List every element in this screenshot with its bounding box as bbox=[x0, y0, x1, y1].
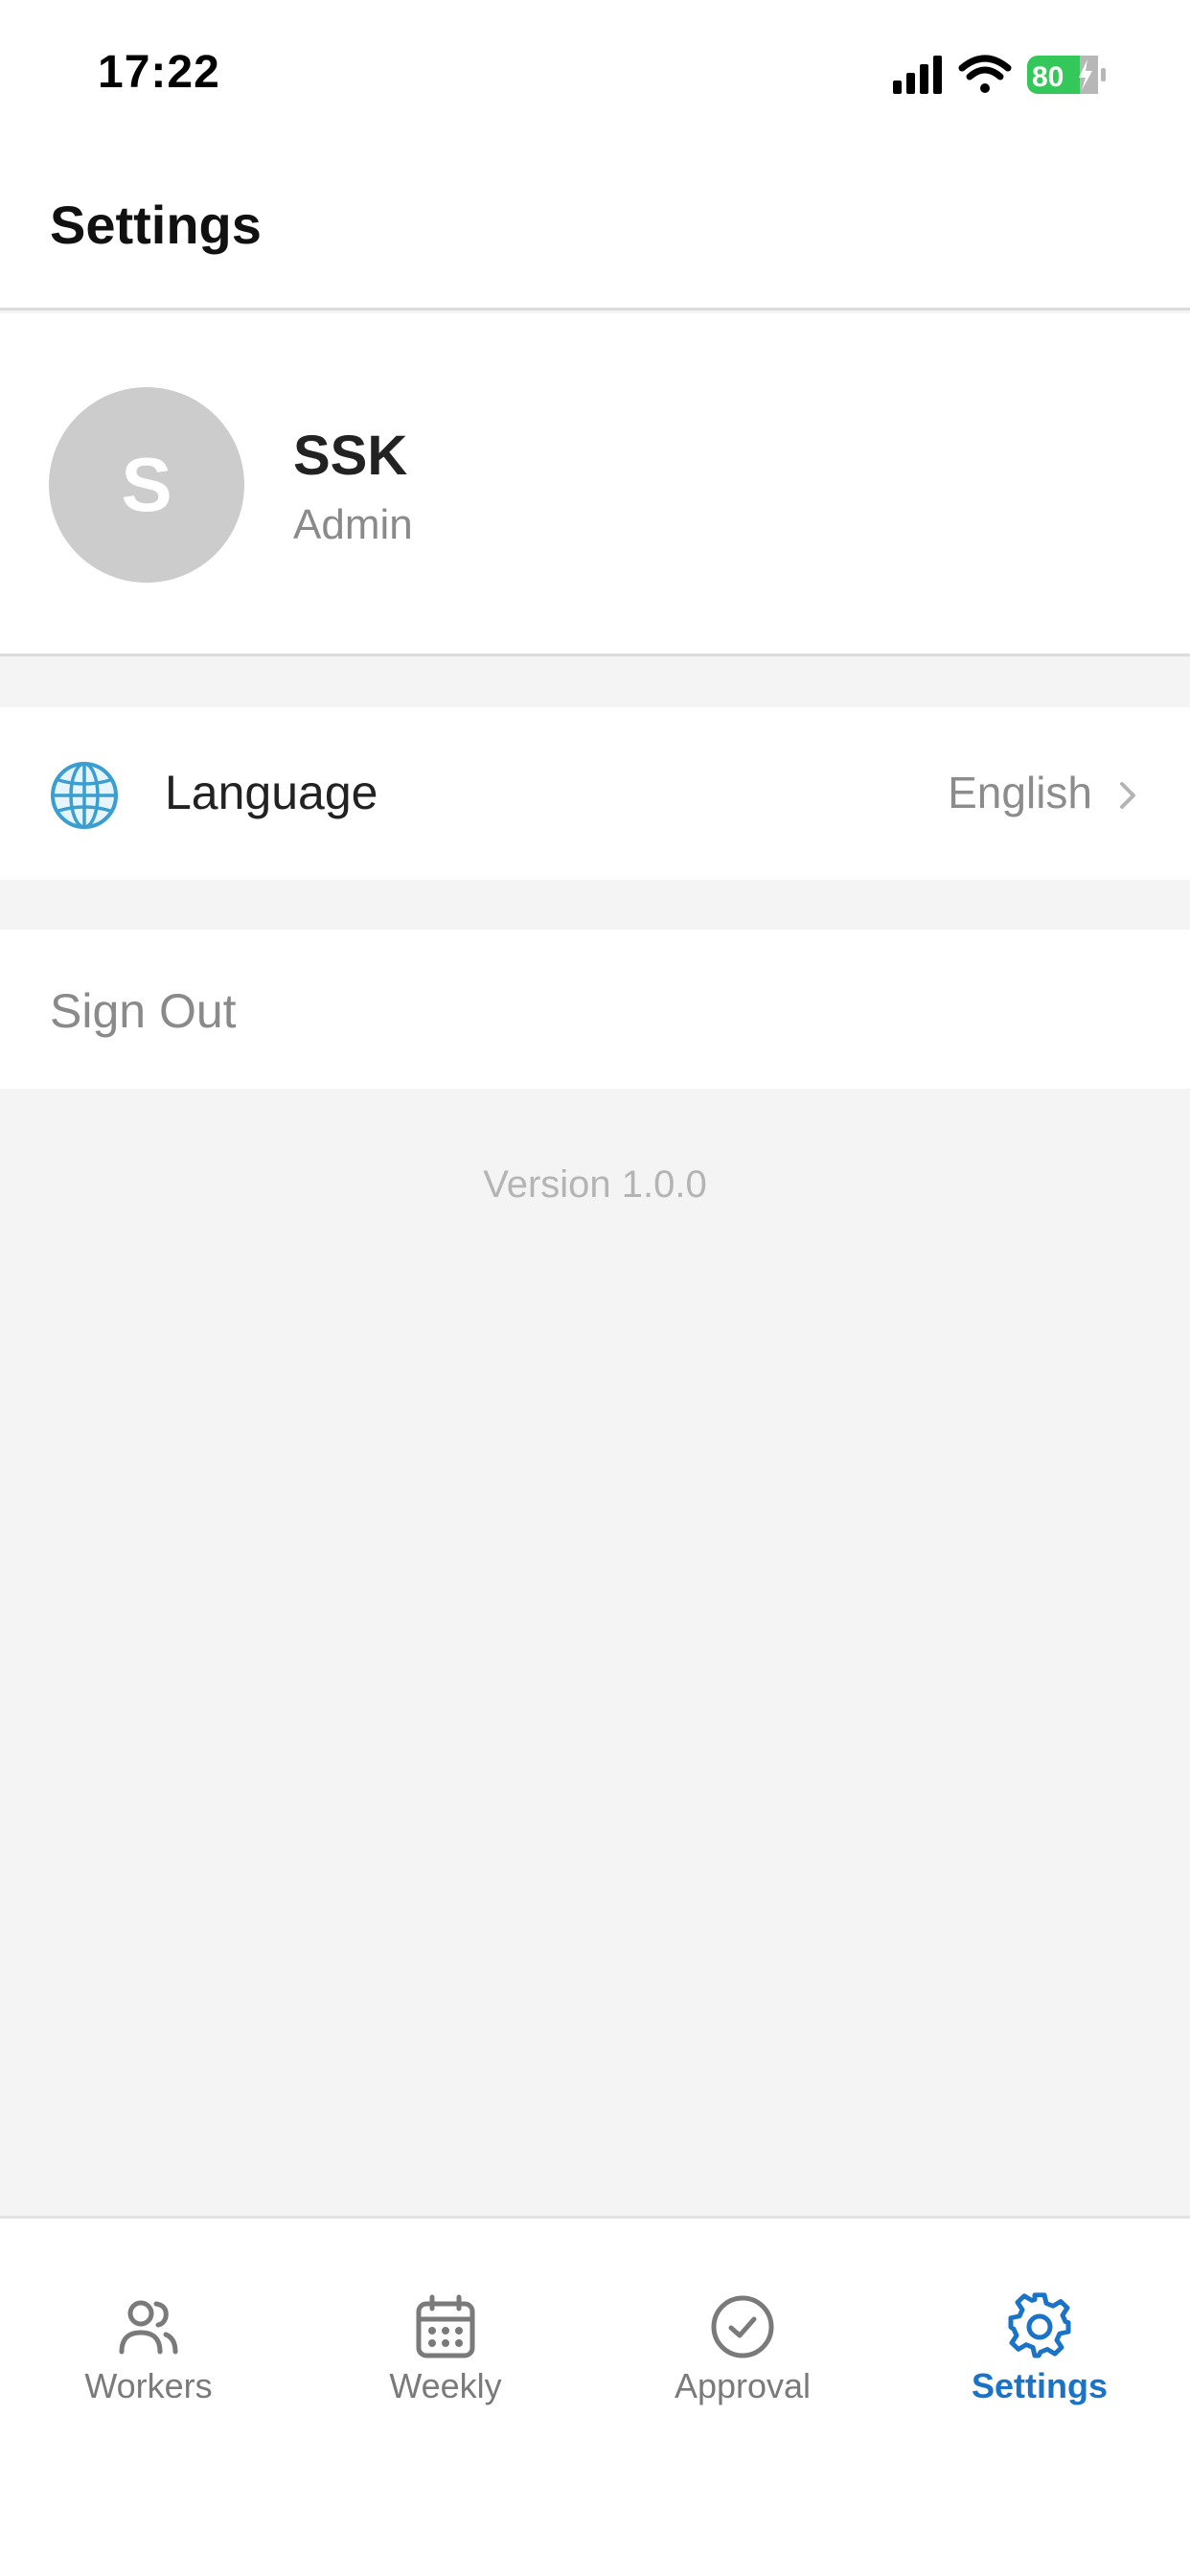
user-role: Admin bbox=[293, 501, 413, 548]
user-name: SSK bbox=[293, 425, 408, 487]
tab-label: Approval bbox=[674, 2366, 812, 2405]
tab-weekly[interactable]: Weekly bbox=[297, 2219, 594, 2439]
language-row[interactable]: Language English bbox=[0, 707, 1190, 880]
status-bar: 17:22 80 bbox=[0, 0, 1190, 144]
status-icons: 80 bbox=[893, 55, 1106, 94]
tab-label: Workers bbox=[84, 2366, 213, 2405]
workers-icon bbox=[119, 2300, 178, 2355]
avatar-initial: S bbox=[121, 442, 172, 527]
tab-workers[interactable]: Workers bbox=[0, 2219, 297, 2439]
battery-level: 80 bbox=[1032, 61, 1064, 93]
tab-label: Weekly bbox=[389, 2366, 502, 2405]
language-value: English bbox=[948, 768, 1092, 817]
avatar: S bbox=[49, 387, 244, 583]
profile-card: S SSK Admin bbox=[0, 313, 1190, 656]
version-text: Version 1.0.0 bbox=[483, 1163, 707, 1206]
tab-label: Settings bbox=[971, 2366, 1108, 2405]
check-circle-icon bbox=[711, 2295, 774, 2358]
globe-icon bbox=[51, 762, 118, 829]
tab-settings[interactable]: Settings bbox=[891, 2219, 1188, 2439]
nav-header: Settings bbox=[0, 144, 1190, 310]
wifi-icon bbox=[958, 55, 1012, 93]
chevron-right-icon bbox=[1120, 782, 1135, 809]
battery-icon: 80 bbox=[1027, 56, 1106, 94]
language-label: Language bbox=[165, 766, 378, 819]
page-title: Settings bbox=[50, 195, 262, 255]
tab-bar: Workers Weekly Approval Settings bbox=[0, 2216, 1190, 2576]
sign-out-label: Sign Out bbox=[50, 984, 237, 1038]
tab-approval[interactable]: Approval bbox=[594, 2219, 891, 2439]
status-time: 17:22 bbox=[98, 47, 220, 98]
signal-icon bbox=[893, 56, 942, 94]
sign-out-button[interactable]: Sign Out bbox=[0, 930, 1190, 1089]
calendar-icon bbox=[416, 2294, 475, 2358]
gear-icon bbox=[1008, 2292, 1071, 2358]
